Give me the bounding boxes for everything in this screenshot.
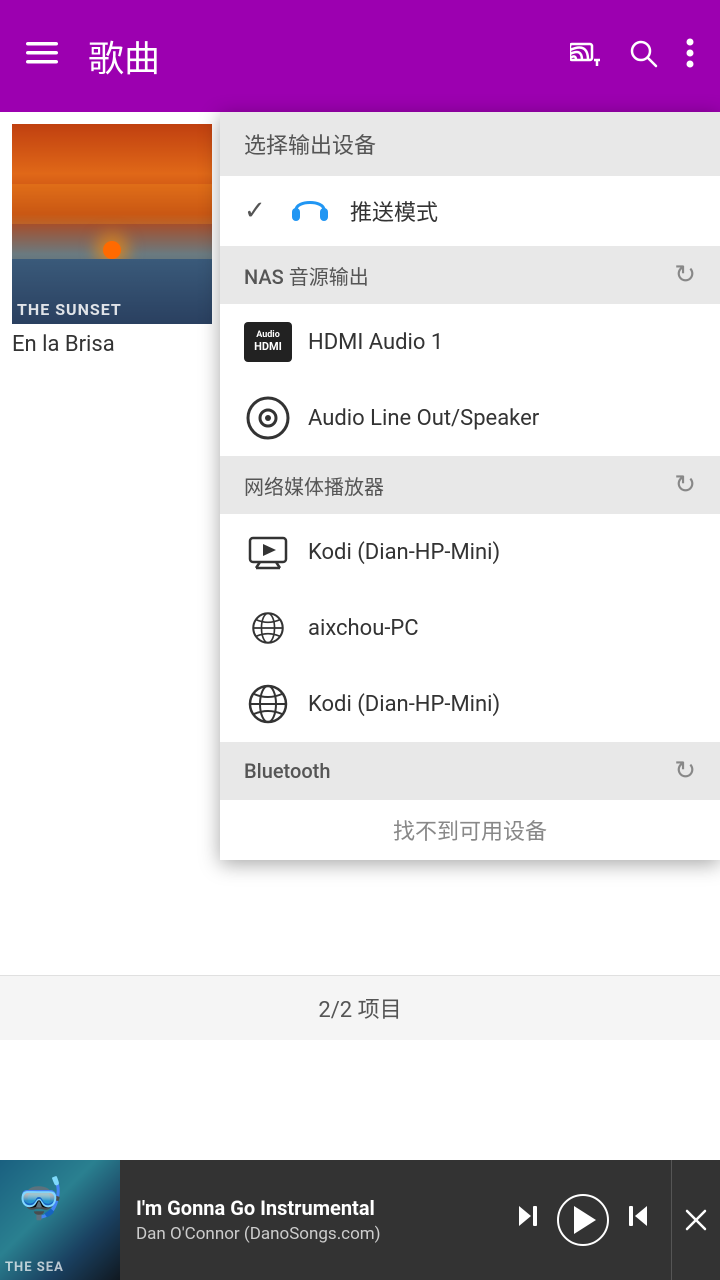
- bluetooth-section-label: Bluetooth: [244, 759, 330, 783]
- no-device-label: 找不到可用设备: [393, 814, 547, 846]
- song-card[interactable]: THE SUNSET En la Brisa: [12, 124, 222, 357]
- page-title: 歌曲: [88, 30, 560, 82]
- kodi-item-1[interactable]: Kodi (Dian-HP-Mini): [220, 514, 720, 590]
- kodi-1-label: Kodi (Dian-HP-Mini): [308, 540, 500, 565]
- close-button[interactable]: [671, 1160, 720, 1280]
- line-out-item[interactable]: Audio Line Out/Speaker: [220, 380, 720, 456]
- diver-icon: 🤿: [15, 1175, 65, 1222]
- previous-button[interactable]: [507, 1193, 553, 1247]
- now-playing-artist: Dan O'Connor (DanoSongs.com): [136, 1224, 491, 1244]
- kodi-2-label: Kodi (Dian-HP-Mini): [308, 692, 500, 717]
- dropdown-title: 选择输出设备: [220, 112, 720, 176]
- menu-icon[interactable]: [16, 27, 68, 86]
- push-mode-item[interactable]: ✓ 推送模式: [220, 176, 720, 246]
- nas-section-label: NAS 音源输出: [244, 261, 369, 290]
- aixchou-label: aixchou-PC: [308, 616, 419, 641]
- output-device-dropdown: 选择输出设备 ✓ 推送模式 NAS 音源输出 ↻ Audio: [220, 112, 720, 860]
- check-icon: ✓: [244, 196, 274, 226]
- hdmi-icon: Audio HDMI: [244, 318, 292, 366]
- playback-controls: [507, 1193, 671, 1247]
- media-refresh-icon[interactable]: ↻: [674, 470, 696, 500]
- nas-section-header: NAS 音源输出 ↻: [220, 246, 720, 304]
- bluetooth-refresh-icon[interactable]: ↻: [674, 756, 696, 786]
- hdmi-audio-item[interactable]: Audio HDMI HDMI Audio 1: [220, 304, 720, 380]
- search-button[interactable]: [618, 28, 668, 85]
- media-section-header: 网络媒体播放器 ↻: [220, 456, 720, 514]
- stream-icon-3: [244, 680, 292, 728]
- play-button[interactable]: [557, 1194, 609, 1246]
- app-header: 歌曲: [0, 0, 720, 112]
- hdmi-audio-label: HDMI Audio 1: [308, 330, 443, 355]
- more-options-button[interactable]: [676, 28, 704, 85]
- song-name: En la Brisa: [12, 332, 222, 357]
- now-playing-info: I'm Gonna Go Instrumental Dan O'Connor (…: [120, 1196, 507, 1244]
- kodi-item-2[interactable]: Kodi (Dian-HP-Mini): [220, 666, 720, 742]
- header-actions: [560, 28, 704, 85]
- now-playing-thumbnail[interactable]: 🤿 THE SEA: [0, 1160, 120, 1280]
- thumbnail-label: THE SUNSET: [17, 300, 122, 319]
- stream-icon-2: [244, 604, 292, 652]
- bluetooth-section-header: Bluetooth ↻: [220, 742, 720, 800]
- headphone-icon: [286, 190, 334, 232]
- now-playing-title: I'm Gonna Go Instrumental: [136, 1196, 491, 1220]
- line-out-label: Audio Line Out/Speaker: [308, 406, 539, 431]
- play-icon: [574, 1206, 596, 1234]
- item-count-label: 2/2 项目: [318, 998, 401, 1023]
- no-device-item: 找不到可用设备: [220, 800, 720, 860]
- sun-graphic: [103, 241, 121, 259]
- next-button[interactable]: [613, 1193, 659, 1247]
- now-playing-bar: 🤿 THE SEA I'm Gonna Go Instrumental Dan …: [0, 1160, 720, 1280]
- speaker-icon: [244, 394, 292, 442]
- cast-button[interactable]: [560, 30, 610, 83]
- main-content: THE SUNSET En la Brisa 选择输出设备 ✓ 推送模式 NAS…: [0, 112, 720, 1160]
- media-section-label: 网络媒体播放器: [244, 471, 384, 500]
- nas-refresh-icon[interactable]: ↻: [674, 260, 696, 290]
- push-mode-label: 推送模式: [350, 195, 438, 227]
- song-thumbnail: THE SUNSET: [12, 124, 212, 324]
- stream-icon-1: [244, 528, 292, 576]
- status-bar: 2/2 项目: [0, 975, 720, 1040]
- aixchou-item[interactable]: aixchou-PC: [220, 590, 720, 666]
- now-playing-thumb-label: THE SEA: [5, 1260, 64, 1275]
